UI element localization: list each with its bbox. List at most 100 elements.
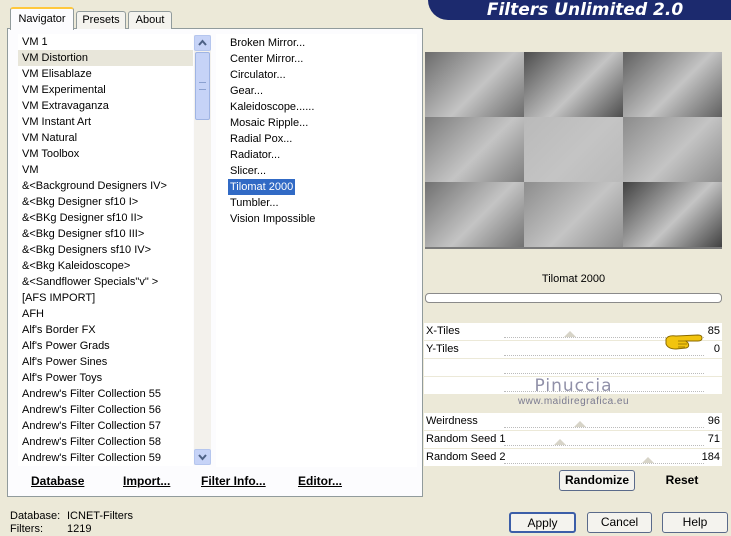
param-row xyxy=(424,359,722,376)
category-item[interactable]: VM Elisablaze xyxy=(18,66,193,82)
category-item[interactable]: VM 1 xyxy=(18,34,193,50)
filter-item[interactable]: Broken Mirror... xyxy=(216,35,417,51)
param-slider-knob[interactable] xyxy=(554,439,566,445)
editor-button[interactable]: Editor... xyxy=(298,473,342,489)
filter-item-label: Radiator... xyxy=(230,149,281,161)
category-item[interactable]: Alf's Power Toys xyxy=(18,370,193,386)
filter-item[interactable]: Mosaic Ripple... xyxy=(216,115,417,131)
filter-item-label: Vision Impossible xyxy=(230,213,316,225)
category-item[interactable]: &<Background Designers IV> xyxy=(18,178,193,194)
preview-tile xyxy=(425,182,524,247)
param-value: 85 xyxy=(707,325,720,337)
import-label: Import... xyxy=(123,474,171,488)
category-item[interactable]: [AFS IMPORT] xyxy=(18,290,193,306)
param-row[interactable]: Random Seed 1 71 xyxy=(424,431,722,448)
category-item[interactable]: VM Toolbox xyxy=(18,146,193,162)
filter-item[interactable]: Slicer... xyxy=(216,163,417,179)
category-item[interactable]: &<Bkg Designer sf10 I> xyxy=(18,194,193,210)
category-item[interactable]: AFH xyxy=(18,306,193,322)
scroll-up-button[interactable] xyxy=(194,35,211,51)
filter-item[interactable]: Radial Pox... xyxy=(216,131,417,147)
category-item[interactable]: Alf's Power Grads xyxy=(18,338,193,354)
category-item[interactable]: &<Bkg Kaleidoscope> xyxy=(18,258,193,274)
param-slider-track[interactable] xyxy=(504,445,704,447)
category-item[interactable]: Andrew's Filter Collection 59 xyxy=(18,450,193,466)
import-button[interactable]: Import... xyxy=(123,473,170,489)
filter-item[interactable]: Kaleidoscope...... xyxy=(216,99,417,115)
preview-tile xyxy=(425,52,524,117)
param-slider-knob[interactable] xyxy=(642,457,654,463)
chevron-down-icon xyxy=(198,454,207,461)
param-slider-knob[interactable] xyxy=(574,421,586,427)
param-slider-track[interactable] xyxy=(504,373,704,375)
preview-tile xyxy=(524,182,623,247)
preview-tile xyxy=(524,117,623,182)
randomize-button[interactable]: Randomize xyxy=(559,470,635,491)
apply-button[interactable]: Apply xyxy=(509,512,576,533)
param-slider-track[interactable] xyxy=(504,427,704,429)
filter-list[interactable]: Broken Mirror... Center Mirror... Circulat… xyxy=(216,34,417,467)
cancel-button[interactable]: Cancel xyxy=(587,512,652,533)
filters-count-label: Filters: xyxy=(10,523,43,535)
filter-item[interactable]: Tilomat 2000 xyxy=(216,179,417,195)
status-info: Database: ICNET-Filters Filters: 1219 xyxy=(10,510,133,536)
filter-item-label: Mosaic Ripple... xyxy=(230,117,309,129)
category-item[interactable]: Alf's Border FX xyxy=(18,322,193,338)
filter-item-label: Tumbler... xyxy=(230,197,279,209)
preview-image xyxy=(425,52,722,249)
editor-label: Editor... xyxy=(298,474,343,488)
category-item[interactable]: &<Sandflower Specials"v" > xyxy=(18,274,193,290)
filter-item[interactable]: Center Mirror... xyxy=(216,51,417,67)
category-item[interactable]: VM Experimental xyxy=(18,82,193,98)
category-item[interactable]: Alf's Power Sines xyxy=(18,354,193,370)
category-item[interactable]: &<BKg Designer sf10 II> xyxy=(18,210,193,226)
preview-tile xyxy=(425,117,524,182)
param-row[interactable]: Random Seed 2 184 xyxy=(424,449,722,466)
app-title: Filters Unlimited 2.0 xyxy=(486,0,684,20)
category-item[interactable]: VM xyxy=(18,162,193,178)
chevron-up-icon xyxy=(198,39,207,46)
filter-item[interactable]: Tumbler... xyxy=(216,195,417,211)
param-label: Random Seed 2 xyxy=(426,451,506,463)
category-item[interactable]: &<Bkg Designers sf10 IV> xyxy=(18,242,193,258)
param-slider-track[interactable] xyxy=(504,355,704,357)
scroll-grip-icon xyxy=(199,82,206,90)
category-item[interactable]: VM Distortion xyxy=(18,50,193,66)
param-value: 0 xyxy=(713,343,720,355)
scroll-down-button[interactable] xyxy=(194,449,211,465)
category-item[interactable]: VM Instant Art xyxy=(18,114,193,130)
filter-info-label: Filter Info... xyxy=(201,474,266,488)
filter-item[interactable]: Gear... xyxy=(216,83,417,99)
param-label: Weirdness xyxy=(426,415,478,427)
filter-item[interactable]: Radiator... xyxy=(216,147,417,163)
category-item[interactable]: Andrew's Filter Collection 56 xyxy=(18,402,193,418)
param-label: Y-Tiles xyxy=(426,343,459,355)
category-item[interactable]: Andrew's Filter Collection 57 xyxy=(18,418,193,434)
filter-item-label: Slicer... xyxy=(230,165,267,177)
category-item[interactable]: VM Extravaganza xyxy=(18,98,193,114)
tab-about[interactable]: About xyxy=(128,11,172,29)
pointing-hand-icon xyxy=(665,334,703,350)
param-row[interactable]: Weirdness 96 xyxy=(424,413,722,430)
category-item[interactable]: Andrew's Filter Collection 55 xyxy=(18,386,193,402)
category-list[interactable]: VM 1 VM Distortion VM Elisablaze VM Experim… xyxy=(18,34,193,466)
tab-navigator[interactable]: Navigator xyxy=(10,7,74,30)
filter-item[interactable]: Vision Impossible xyxy=(216,211,417,227)
category-item[interactable]: VM Natural xyxy=(18,130,193,146)
help-button[interactable]: Help xyxy=(662,512,728,533)
category-item[interactable]: &<Bkg Designer sf10 III> xyxy=(18,226,193,242)
param-value: 71 xyxy=(707,433,720,445)
filter-item-label: Gear... xyxy=(230,85,264,97)
reset-button[interactable]: Reset xyxy=(646,470,718,491)
param-slider-knob[interactable] xyxy=(564,331,576,337)
param-slider-track[interactable] xyxy=(504,463,704,465)
filter-item[interactable]: Circulator... xyxy=(216,67,417,83)
preview-tile xyxy=(524,52,623,117)
filter-info-button[interactable]: Filter Info... xyxy=(201,473,266,489)
tab-presets[interactable]: Presets xyxy=(76,11,126,29)
progress-bar xyxy=(425,293,722,303)
watermark-url: www.maidiregrafica.eu xyxy=(517,396,630,407)
category-item[interactable]: Andrew's Filter Collection 58 xyxy=(18,434,193,450)
database-button[interactable]: Database xyxy=(31,473,84,489)
filter-item-label: Center Mirror... xyxy=(230,53,304,65)
